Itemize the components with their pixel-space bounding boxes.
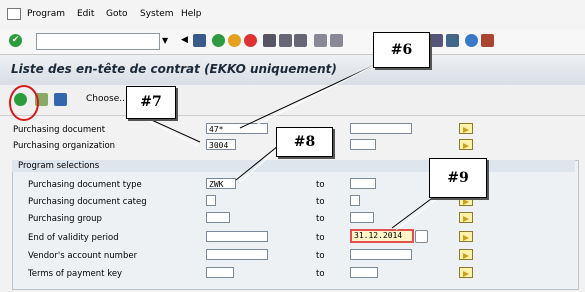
multiple-selection-button[interactable] (459, 212, 473, 223)
first-page-icon[interactable] (314, 34, 327, 47)
command-field[interactable] (36, 33, 160, 50)
multiple-selection-button[interactable] (459, 231, 473, 242)
choose-button[interactable]: Choose... (86, 94, 128, 104)
find-next-icon[interactable] (294, 34, 307, 47)
previous-page-icon[interactable] (330, 34, 343, 47)
end-of-validity-high-field[interactable]: 31.12.2014 (350, 229, 414, 243)
document-category-high-field[interactable] (350, 195, 360, 206)
to-label: to (316, 197, 325, 207)
purchasing-document-low-field[interactable]: 47* (206, 123, 268, 134)
exit-icon[interactable] (228, 34, 241, 47)
menu-program[interactable]: Program (27, 9, 65, 19)
vendor-account-high-field[interactable] (350, 249, 412, 260)
callout-8: #8 (276, 127, 333, 157)
menu-help[interactable]: Help (181, 9, 202, 19)
cancel-icon[interactable] (244, 34, 257, 47)
menu-edit[interactable]: Edit (77, 9, 94, 19)
purchasing-group-high-field[interactable] (350, 212, 374, 223)
callout-7: #7 (126, 86, 176, 119)
program-selections-title: Program selections (12, 160, 575, 172)
document-category-low-field[interactable] (206, 195, 216, 206)
settings-icon[interactable] (481, 34, 494, 47)
calendar-icon[interactable] (415, 230, 428, 243)
selection-options-icon[interactable] (54, 93, 67, 106)
document-type-label: Purchasing document type (28, 180, 142, 190)
purchasing-organization-label: Purchasing organization (13, 141, 116, 151)
purchasing-document-label: Purchasing document (13, 125, 106, 135)
layout-icon[interactable] (430, 34, 443, 47)
callout-6: #6 (373, 32, 430, 68)
find-icon[interactable] (279, 34, 292, 47)
vendor-account-low-field[interactable] (206, 249, 268, 260)
enter-icon[interactable]: ✔ (9, 34, 22, 47)
callout-9: #9 (429, 158, 487, 198)
customize-icon[interactable] (446, 34, 459, 47)
document-type-low-field[interactable]: ZWK (206, 178, 236, 189)
purchasing-organization-low-field[interactable]: 3004 (206, 139, 236, 150)
purchasing-group-low-field[interactable] (206, 212, 230, 223)
purchasing-organization-high-field[interactable] (350, 139, 376, 150)
to-label: to (316, 180, 325, 190)
multiple-selection-button[interactable] (459, 123, 473, 134)
multiple-selection-button[interactable] (459, 139, 473, 150)
save-icon[interactable] (193, 34, 206, 47)
print-icon[interactable] (263, 34, 276, 47)
to-label: to (316, 269, 325, 279)
sap-window-icon[interactable] (7, 8, 21, 20)
back-icon[interactable] (212, 34, 225, 47)
title-bar: Liste des en-tête de contrat (EKKO uniqu… (0, 55, 585, 85)
multiple-selection-button[interactable] (459, 249, 473, 260)
to-label: to (316, 233, 325, 243)
back-arrow-icon[interactable]: ◀ (178, 34, 191, 47)
page-title: Liste des en-tête de contrat (EKKO uniqu… (11, 62, 337, 76)
to-label: to (316, 251, 325, 261)
callout-7-pointer (139, 116, 199, 147)
to-label: to (316, 214, 325, 224)
help-icon[interactable] (465, 34, 478, 47)
multiple-selection-button[interactable] (459, 267, 473, 278)
execute-icon[interactable] (14, 93, 27, 106)
terms-of-payment-label: Terms of payment key (28, 269, 123, 279)
terms-of-payment-low-field[interactable] (206, 267, 234, 278)
chevron-down-icon[interactable]: ▼ (162, 33, 172, 48)
purchasing-group-label: Purchasing group (28, 214, 102, 224)
document-category-label: Purchasing document categ (28, 197, 147, 207)
callout-7-pointer (144, 116, 201, 143)
end-of-validity-low-field[interactable] (206, 231, 268, 242)
application-toolbar: Choose... (0, 85, 585, 116)
menu-goto[interactable]: Goto (106, 9, 128, 19)
terms-of-payment-high-field[interactable] (350, 267, 378, 278)
vendor-account-label: Vendor's account number (28, 251, 138, 261)
menu-bar: Program Edit Goto System Help (0, 0, 585, 30)
get-variant-icon[interactable] (35, 93, 48, 106)
menu-system[interactable]: System (140, 9, 174, 19)
end-of-validity-label: End of validity period (28, 233, 119, 243)
document-type-high-field[interactable] (350, 178, 376, 189)
purchasing-document-high-field[interactable] (350, 123, 412, 134)
system-toolbar: ✔ ▼ ◀ (0, 30, 585, 55)
